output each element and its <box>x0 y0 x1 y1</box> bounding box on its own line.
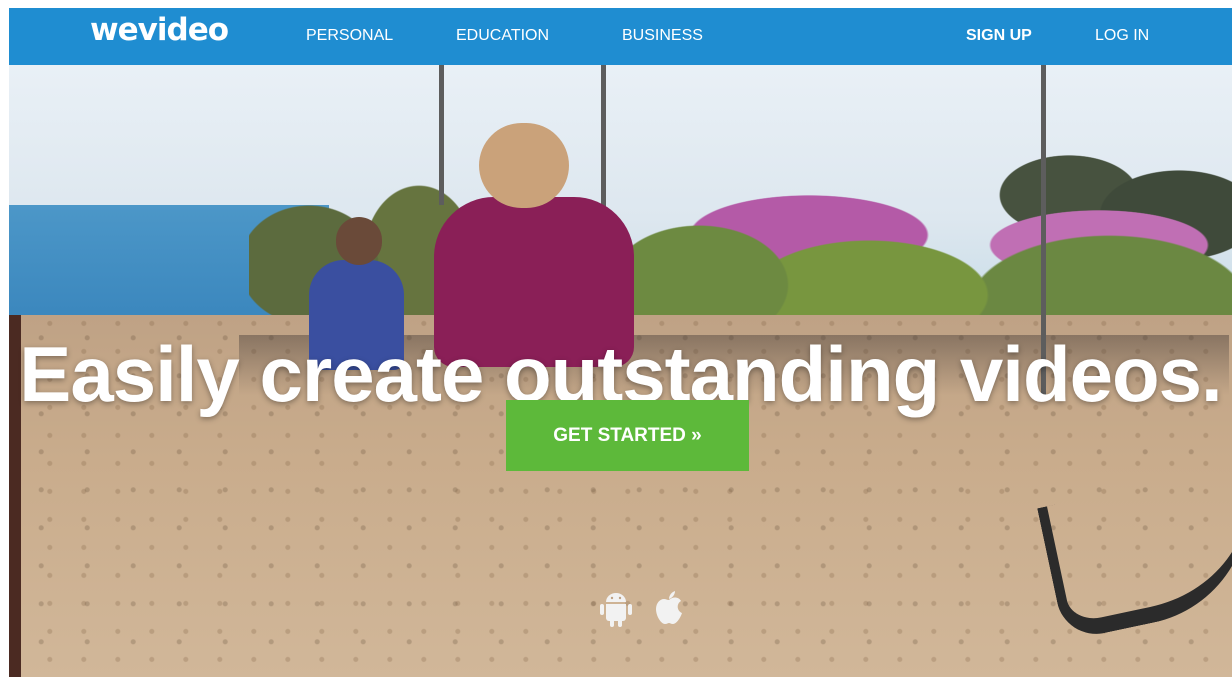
page-left-edge <box>0 0 9 677</box>
hero-photo-boy-head <box>336 217 382 265</box>
hero-section: Easily create outstanding videos. GET ST… <box>9 65 1232 677</box>
nav-business[interactable]: BUSINESS <box>622 27 703 45</box>
swing-chain-right <box>601 65 606 215</box>
top-navigation-bar: wevideo PERSONAL EDUCATION BUSINESS SIGN… <box>9 8 1232 65</box>
platform-icons <box>599 590 689 630</box>
hero-photo-girl-head <box>479 123 569 208</box>
sign-up-link[interactable]: SIGN UP <box>966 27 1032 45</box>
get-started-button[interactable]: GET STARTED » <box>506 400 749 471</box>
nav-education[interactable]: EDUCATION <box>456 27 549 45</box>
nav-personal[interactable]: PERSONAL <box>306 27 393 45</box>
apple-icon[interactable] <box>653 590 685 633</box>
wevideo-logo[interactable]: wevideo <box>90 12 229 48</box>
android-icon[interactable] <box>599 590 633 633</box>
swing-chain-left <box>439 65 444 205</box>
log-in-link[interactable]: LOG IN <box>1095 27 1149 45</box>
